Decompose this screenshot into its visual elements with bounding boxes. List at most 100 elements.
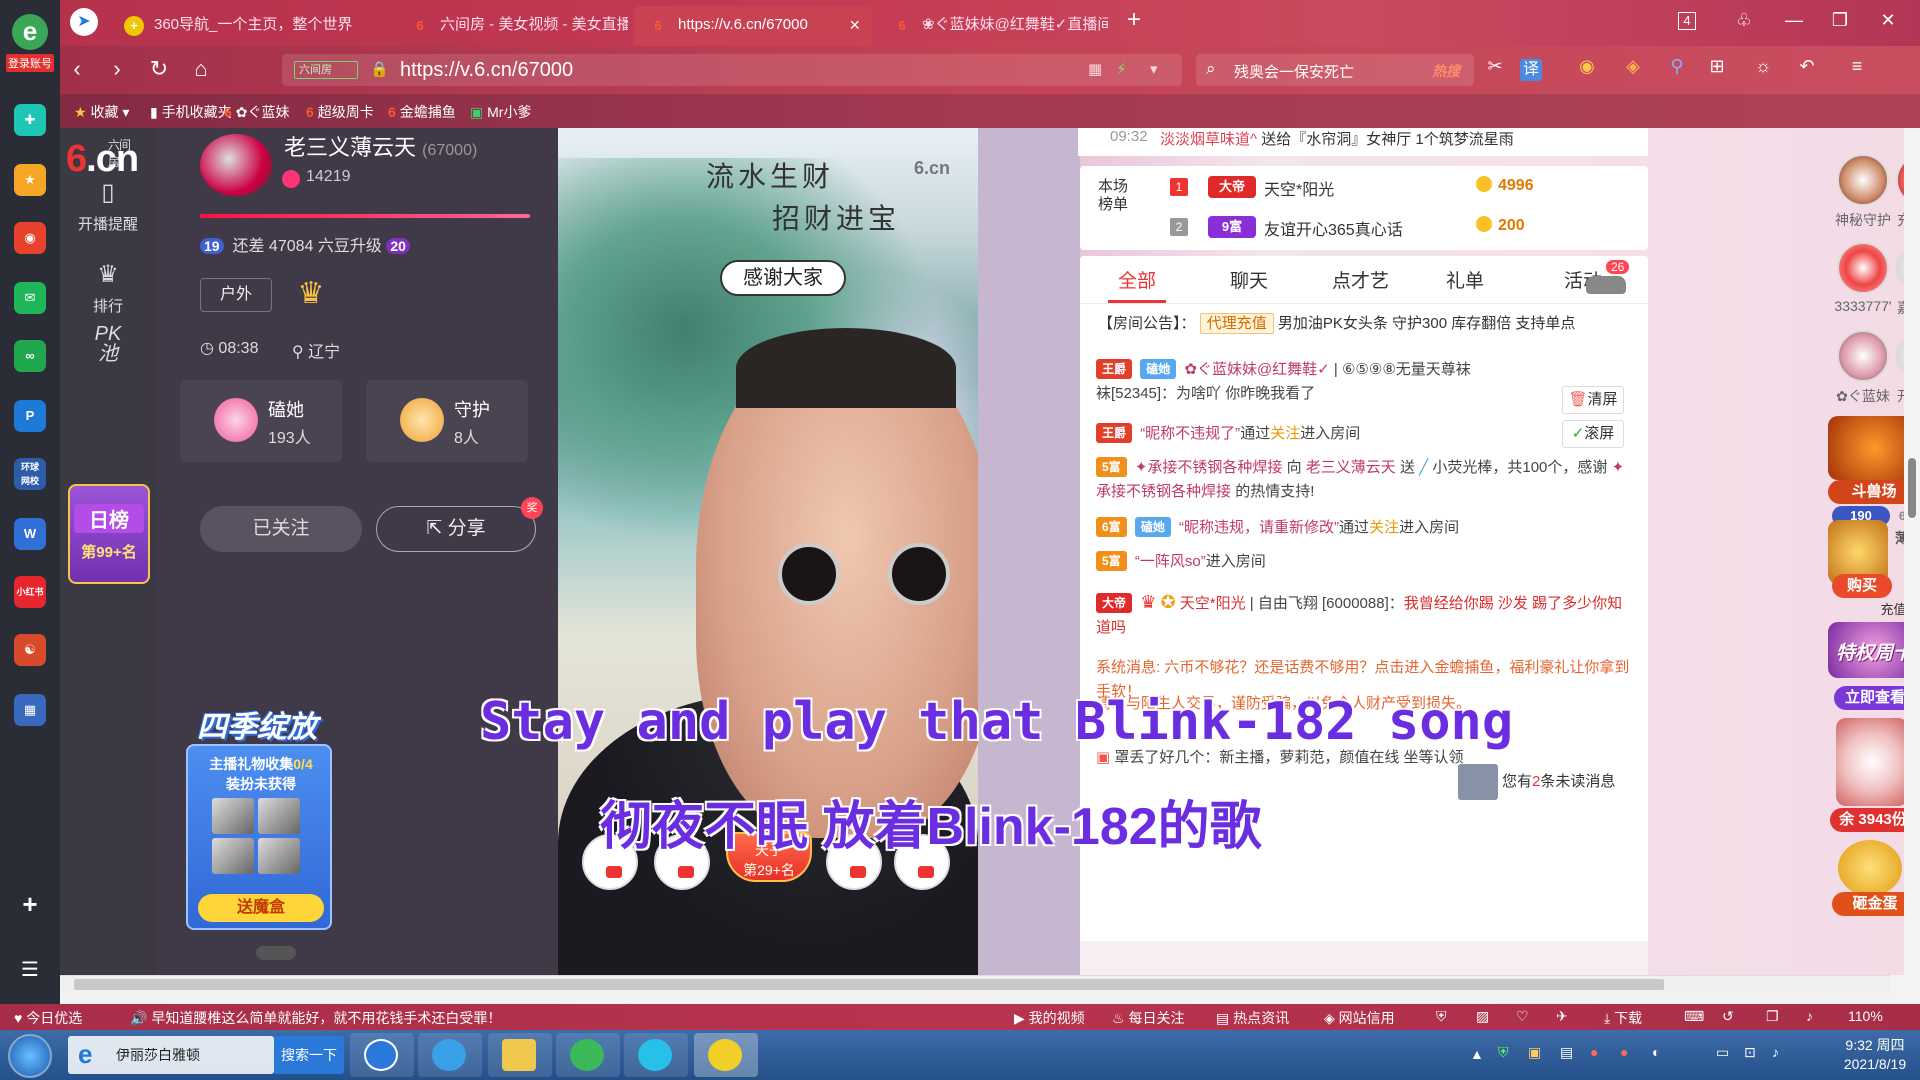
tray-network-icon[interactable]: ▤ — [1560, 1044, 1573, 1061]
game-icon[interactable]: ☯ — [14, 634, 46, 666]
tab-360-home[interactable]: + 360导航_一个主页，整个世界 — [110, 6, 390, 46]
season-event-card[interactable]: 四季绽放 主播礼物收集0/4 装扮未获得 送魔盒 — [182, 648, 332, 938]
clear-screen-button[interactable]: 🗑清屏 — [1562, 386, 1624, 414]
taskbar-search-button[interactable]: 搜索一下 — [274, 1036, 344, 1074]
rank-row[interactable]: 1 大帝 天空*阳光 4996 — [1170, 172, 1570, 202]
tray-penguin-icon[interactable]: ◐ — [1652, 1044, 1660, 1060]
feed-user[interactable]: 淡淡烟草味道^ — [1160, 131, 1257, 148]
today-picks[interactable]: ♥ 今日优选 — [14, 1008, 82, 1028]
image-icon[interactable]: ▨ — [1476, 1008, 1489, 1025]
url-input[interactable]: 六间房 🔒 https://v.6.cn/67000 ▦ ⚡ ▾ — [282, 54, 1182, 86]
nav-ranking[interactable]: ♛ 排行 — [60, 260, 156, 316]
bookmark-fishing[interactable]: 6 金蟾捕鱼 — [388, 102, 456, 122]
taskbar-app-ie[interactable] — [418, 1033, 482, 1077]
follow-button[interactable]: 已关注 — [200, 506, 362, 552]
security-icon[interactable]: ⛨ — [1436, 1008, 1447, 1025]
guard-slot[interactable]: ✿ぐ蓝妹 — [1828, 330, 1898, 406]
chat-user[interactable]: “昵称违规，请重新修改” — [1179, 519, 1339, 536]
coin-icon[interactable]: ◉ — [1570, 56, 1604, 77]
tray-qq-icon[interactable]: ● — [1590, 1044, 1598, 1060]
dropdown-icon[interactable]: ▾ — [1150, 60, 1158, 78]
login-button[interactable]: 登录账号 — [6, 54, 54, 72]
site-credit[interactable]: ◈ 网站信用 — [1324, 1008, 1395, 1028]
navigation-icon[interactable]: ➤ — [70, 8, 98, 36]
scroll-thumb[interactable] — [74, 979, 1664, 990]
taskbar-app-360[interactable] — [556, 1033, 620, 1077]
tray-shield-icon[interactable]: ⛨ — [1498, 1044, 1509, 1061]
news-icon[interactable]: 环球 网校 — [14, 458, 46, 490]
doc-icon[interactable]: W — [14, 518, 46, 550]
rank-row[interactable]: 2 9富 友谊开心365真心话 200 — [1170, 212, 1570, 242]
gamepad-icon[interactable]: ⌨ — [1684, 1008, 1704, 1025]
chat-user[interactable]: ✦承接不锈钢各种焊接 — [1135, 459, 1283, 476]
refresh-icon[interactable]: ↻ — [142, 56, 176, 82]
vertical-scrollbar[interactable] — [1904, 128, 1920, 975]
message-input[interactable] — [1080, 941, 1648, 975]
volume-icon[interactable]: ♪ — [1806, 1008, 1813, 1024]
guard-card[interactable]: 守护 8人 — [366, 380, 528, 462]
apps-icon[interactable]: ⊞ — [1700, 56, 1734, 77]
carousel-dots[interactable] — [256, 946, 296, 960]
tray-up-icon[interactable]: ▲ — [1470, 1046, 1484, 1062]
send-box-button[interactable]: 送魔盒 — [198, 894, 324, 922]
download-button[interactable]: ⤓ 下载 — [1604, 1008, 1642, 1028]
chat-user[interactable]: ✿ぐ蓝妹妹@红舞鞋✓ — [1184, 361, 1329, 378]
refresh-status-icon[interactable]: ↺ — [1722, 1008, 1734, 1025]
guard-slot[interactable]: 3333777' — [1828, 242, 1898, 314]
hot-news[interactable]: ▤ 热点资讯 — [1216, 1008, 1289, 1028]
translate-icon[interactable]: 译 — [1520, 59, 1542, 81]
brightness-icon[interactable]: ☼ — [1746, 56, 1780, 77]
bookmark-weekly-card[interactable]: 6 超级周卡 — [306, 102, 374, 122]
share-button[interactable]: ⇱ 分享 奖 — [376, 497, 543, 552]
taskbar-app-player[interactable] — [624, 1033, 688, 1077]
daily-rank-badge[interactable]: 日榜 第99+名 — [68, 484, 150, 584]
trophy-icon[interactable]: ♛ — [288, 276, 334, 314]
gamepad-icon[interactable]: ◈ — [1616, 56, 1650, 77]
hot-search-badge[interactable]: 热搜 — [1432, 61, 1460, 81]
notice-tag[interactable]: 代理充值 — [1199, 313, 1274, 334]
skin-icon[interactable]: ♧ — [1730, 10, 1758, 31]
bookmark-mr[interactable]: ▣ Mr小爹 — [470, 102, 531, 122]
tab-talent[interactable]: 点才艺 — [1332, 266, 1389, 293]
taskbar-app-browser[interactable] — [694, 1033, 758, 1077]
forward-icon[interactable]: › — [100, 56, 134, 82]
tab-all[interactable]: 全部 — [1107, 266, 1167, 303]
tab-gifts[interactable]: 礼单 — [1446, 266, 1484, 293]
chat-user[interactable]: “一阵风so” — [1135, 553, 1206, 570]
home-icon[interactable]: ⌂ — [184, 56, 218, 82]
magnifier-icon[interactable]: ⚲ — [1660, 56, 1694, 77]
my-videos[interactable]: ▶ 我的视频 — [1014, 1008, 1085, 1028]
tray-volume-icon[interactable]: ♪ — [1772, 1044, 1779, 1060]
nav-live-reminder[interactable]: ▯ 开播提醒 — [60, 178, 156, 234]
tab-6cn-home[interactable]: 6 六间房 - 美女视频 - 美女直播 — [396, 6, 628, 46]
tray-display-icon[interactable]: ▭ — [1716, 1044, 1729, 1061]
tab-lanmei-room[interactable]: 6 ❀ぐ蓝妹妹@红舞鞋✓直播间 - — [878, 6, 1108, 46]
site-logo[interactable]: 6.cn 六间房 — [66, 138, 139, 181]
taskbar-app-explorer[interactable] — [488, 1033, 552, 1077]
add-icon[interactable]: + — [14, 888, 46, 920]
tray-network-icon[interactable]: ⊡ — [1744, 1044, 1756, 1061]
close-icon[interactable]: × — [849, 6, 860, 44]
menu-icon[interactable]: ☰ — [14, 954, 46, 986]
bookmark-mobile[interactable]: ▮ 手机收藏夹 — [150, 102, 232, 122]
rank-board-title[interactable]: 本场 榜单 — [1098, 178, 1134, 214]
window-icon[interactable]: ❐ — [1766, 1008, 1779, 1025]
chat-icon[interactable]: ∞ — [14, 340, 46, 372]
qr-icon[interactable]: ▦ — [1088, 60, 1102, 78]
avatar[interactable] — [200, 134, 272, 196]
buy-button[interactable]: 购买 — [1832, 574, 1892, 598]
restore-icon[interactable]: ❐ — [1826, 10, 1854, 31]
undo-icon[interactable]: ↶ — [1790, 56, 1824, 77]
bookmark-favorites[interactable]: ★ 收藏 ▾ — [74, 102, 129, 122]
taskbar-clock[interactable]: 9:32 周四 2021/8/19 — [1830, 1036, 1920, 1074]
back-icon[interactable]: ‹ — [60, 56, 94, 82]
p-icon[interactable]: P — [14, 400, 46, 432]
tab-count-badge[interactable]: 4 — [1678, 12, 1696, 30]
scroll-thumb[interactable] — [1908, 458, 1916, 518]
taskbar-app-k[interactable] — [350, 1033, 414, 1077]
chat-user[interactable]: 天空*阳光 — [1180, 595, 1246, 612]
main-menu-icon[interactable]: ≡ — [1840, 56, 1874, 77]
lucky-cat-icon[interactable] — [1836, 718, 1908, 806]
daily-follow[interactable]: ♨ 每日关注 — [1112, 1008, 1184, 1028]
fans-club-card[interactable]: 磕她 193人 — [180, 380, 342, 462]
